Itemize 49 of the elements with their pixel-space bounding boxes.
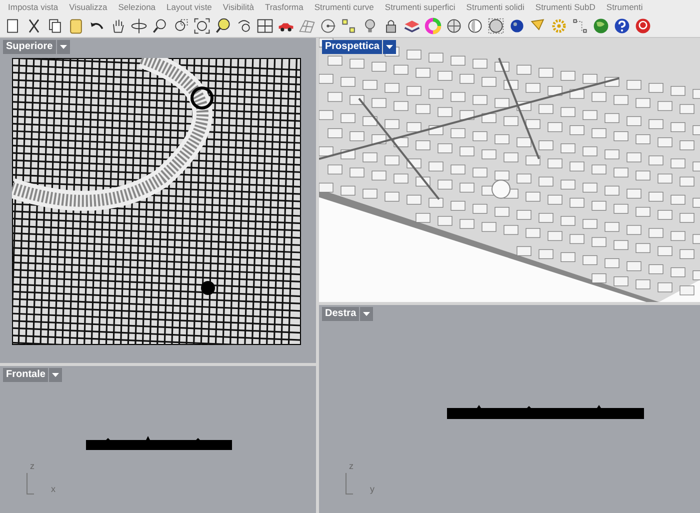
- menu-tab[interactable]: Strumenti: [606, 0, 643, 14]
- sphere-icon[interactable]: [508, 16, 526, 34]
- clipboard-icon[interactable]: [67, 16, 85, 34]
- zoom-selected-icon[interactable]: [214, 16, 232, 34]
- dropdown-button[interactable]: [49, 368, 62, 382]
- sphere-icon[interactable]: [487, 16, 505, 34]
- zoom-extents-icon[interactable]: [193, 16, 211, 34]
- color-wheel-icon[interactable]: [424, 16, 442, 34]
- dropdown-button[interactable]: [383, 40, 396, 54]
- menu-tab[interactable]: Strumenti solidi: [466, 0, 524, 14]
- axis-label: x: [51, 482, 56, 496]
- menu-tab[interactable]: Strumenti curve: [314, 0, 374, 14]
- points-icon[interactable]: [340, 16, 358, 34]
- sphere-icon[interactable]: [445, 16, 463, 34]
- menu-tab[interactable]: Trasforma: [264, 0, 304, 14]
- menu-tab[interactable]: Imposta vista: [8, 0, 58, 14]
- sphere-icon[interactable]: [466, 16, 484, 34]
- caret-icon: [386, 45, 394, 49]
- copy-icon[interactable]: [46, 16, 64, 34]
- rotate-icon[interactable]: [130, 16, 148, 34]
- help-icon[interactable]: [613, 16, 631, 34]
- axis-label: z: [30, 460, 34, 472]
- caret-icon: [363, 312, 370, 316]
- menu-tab[interactable]: Seleziona: [118, 0, 156, 14]
- viewport[interactable]: Prospettica: [319, 38, 700, 302]
- viewport[interactable]: Frontale z x: [0, 366, 316, 513]
- viewport-title[interactable]: Destra: [322, 307, 360, 321]
- menu-tab[interactable]: Strumenti superfici: [384, 0, 456, 14]
- dropdown-button[interactable]: [360, 307, 374, 321]
- viewport[interactable]: Superiore: [0, 38, 316, 363]
- caret-icon: [60, 45, 67, 49]
- viewport-title[interactable]: Prospettica: [322, 40, 382, 54]
- menu-tab[interactable]: Layout viste: [166, 0, 212, 14]
- nodes-icon[interactable]: [571, 16, 589, 34]
- axis-label: z: [349, 460, 354, 472]
- viewport-title[interactable]: Frontale: [3, 368, 48, 382]
- globe-icon[interactable]: [592, 16, 610, 34]
- viewport-title[interactable]: Superiore: [3, 40, 56, 54]
- caret-icon: [52, 373, 60, 377]
- circle-icon[interactable]: [319, 16, 337, 34]
- menu-tab[interactable]: Visibilità: [222, 0, 254, 14]
- zoom-icon[interactable]: [151, 16, 169, 34]
- dropdown-button[interactable]: [56, 40, 70, 54]
- menu-tab[interactable]: Visualizza: [69, 0, 108, 14]
- axis-label: y: [370, 482, 374, 496]
- menu-tab[interactable]: Strumenti SubD: [535, 0, 596, 14]
- grid-icon[interactable]: [256, 16, 274, 34]
- logo-icon[interactable]: [634, 16, 652, 34]
- viewport[interactable]: Destra z y: [319, 305, 700, 513]
